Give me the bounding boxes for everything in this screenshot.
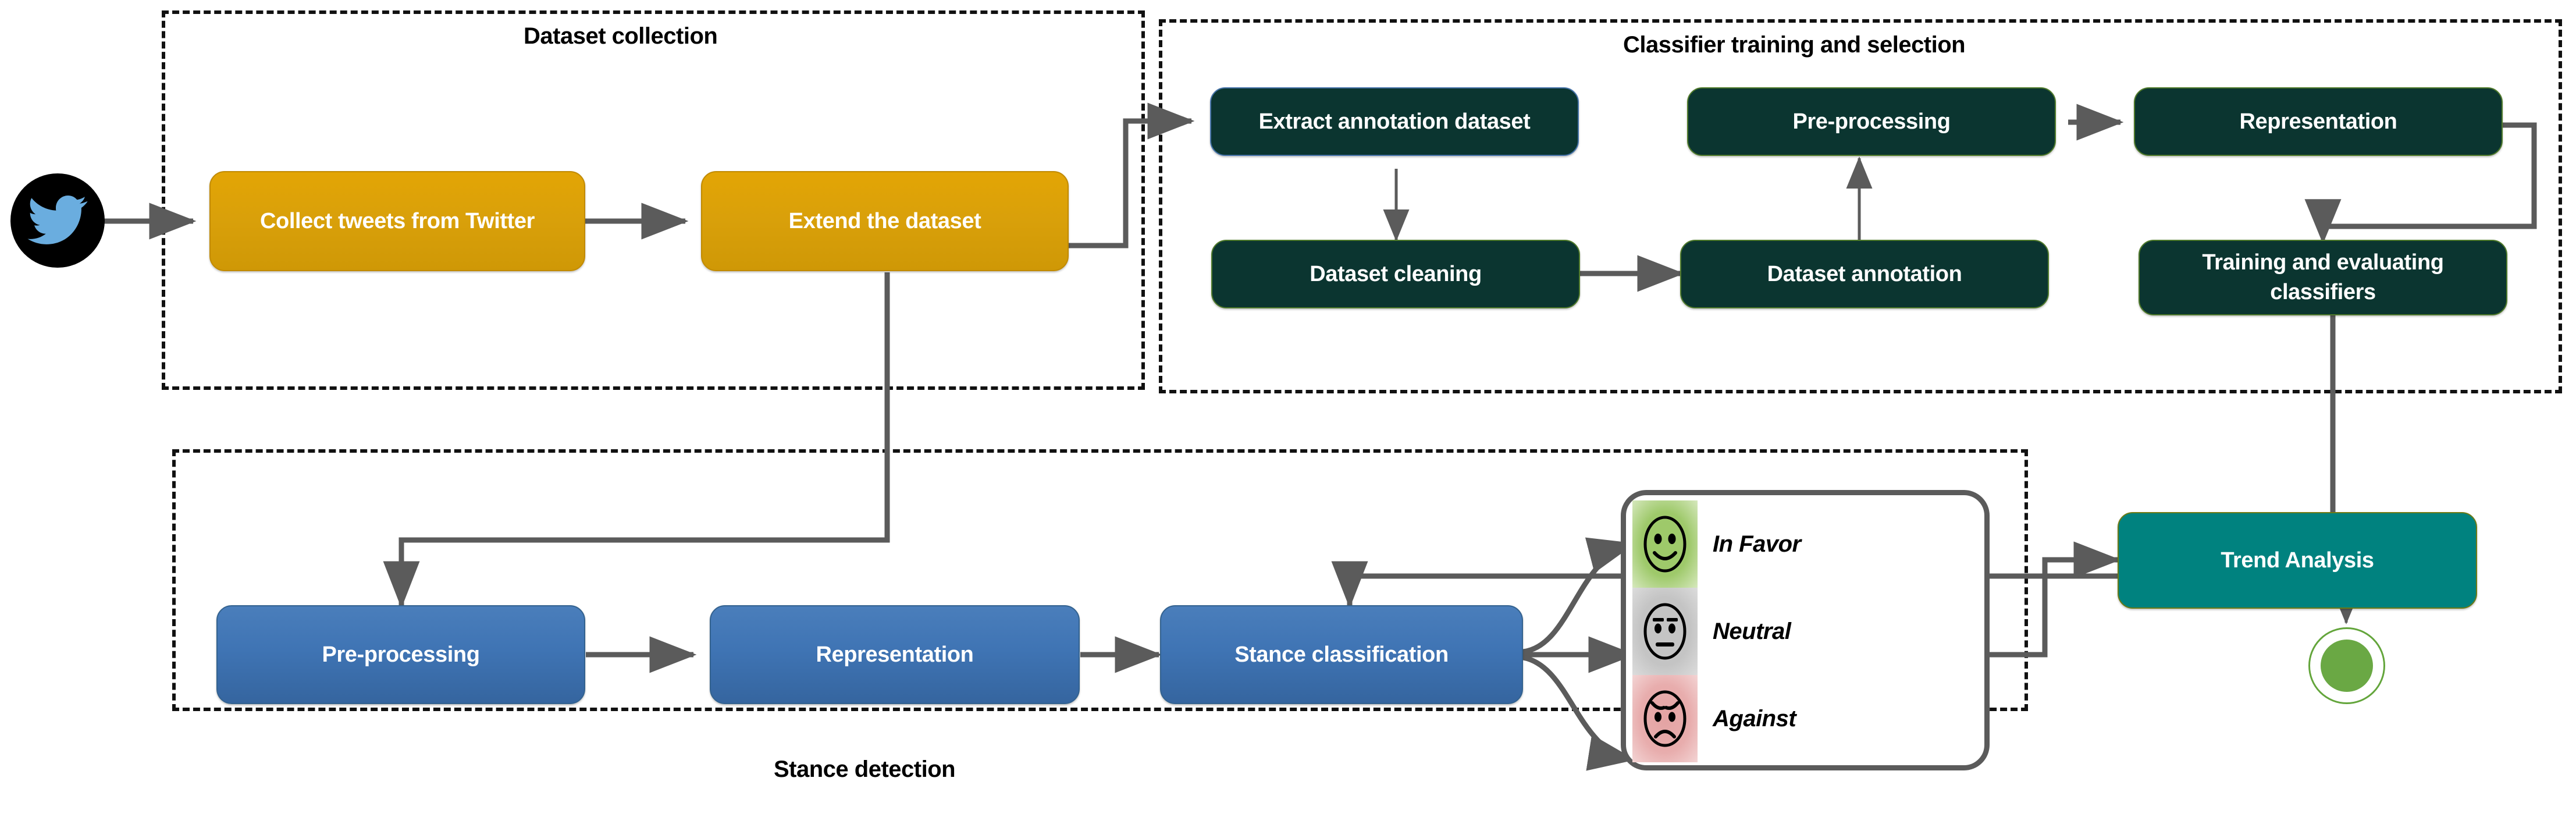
angry-face-icon (1632, 675, 1698, 762)
node-dataset-annotation[interactable]: Dataset annotation (1680, 240, 2049, 308)
node-trend-analysis[interactable]: Trend Analysis (2118, 512, 2477, 609)
node-stance-classification[interactable]: Stance classification (1160, 605, 1523, 704)
node-trend-analysis-label: Trend Analysis (2221, 548, 2374, 573)
stance-result-in-favor-label: In Favor (1713, 531, 1801, 557)
stance-result-in-favor[interactable]: In Favor (1632, 500, 1801, 588)
node-sd-representation[interactable]: Representation (710, 605, 1080, 704)
node-ct-representation-label: Representation (2239, 109, 2397, 134)
node-dataset-cleaning-label: Dataset cleaning (1310, 261, 1482, 286)
twitter-bird-icon (27, 196, 88, 244)
group-dataset-collection-title: Dataset collection (524, 23, 718, 49)
node-collect-tweets[interactable]: Collect tweets from Twitter (209, 171, 585, 271)
node-dataset-annotation-label: Dataset annotation (1767, 261, 1962, 286)
node-training-evaluating[interactable]: Training and evaluating classifiers (2139, 240, 2507, 315)
node-sd-preprocessing-label: Pre-processing (322, 642, 480, 667)
stance-result-against[interactable]: Against (1632, 675, 1796, 762)
node-sd-preprocessing[interactable]: Pre-processing (216, 605, 585, 704)
smiling-face-icon (1632, 500, 1698, 588)
stance-result-against-label: Against (1713, 705, 1796, 731)
node-extract-annotation-label: Extract annotation dataset (1258, 109, 1531, 134)
group-stance-detection-title: Stance detection (774, 756, 956, 782)
neutral-face-icon (1632, 588, 1698, 675)
node-extend-dataset[interactable]: Extend the dataset (701, 171, 1069, 271)
end-terminator-node (2308, 627, 2385, 704)
node-sd-representation-label: Representation (816, 642, 974, 667)
node-stance-classification-label: Stance classification (1234, 642, 1449, 667)
twitter-source-badge (10, 173, 105, 268)
node-training-evaluating-label: Training and evaluating classifiers (2202, 250, 2444, 304)
flowchart-canvas: Dataset collection Classifier training a… (0, 0, 2576, 817)
node-collect-tweets-label: Collect tweets from Twitter (259, 208, 535, 233)
node-extend-dataset-label: Extend the dataset (788, 208, 981, 233)
group-classifier-training-title: Classifier training and selection (1623, 32, 1966, 58)
stance-result-neutral-label: Neutral (1713, 618, 1791, 644)
group-classifier-training (1159, 19, 2562, 393)
end-terminator-fill (2320, 639, 2374, 692)
node-ct-representation[interactable]: Representation (2134, 87, 2503, 156)
node-ct-preprocessing-label: Pre-processing (1792, 109, 1951, 134)
node-ct-preprocessing[interactable]: Pre-processing (1687, 87, 2056, 156)
node-extract-annotation[interactable]: Extract annotation dataset (1210, 87, 1579, 156)
node-dataset-cleaning[interactable]: Dataset cleaning (1211, 240, 1580, 308)
stance-result-neutral[interactable]: Neutral (1632, 588, 1791, 675)
